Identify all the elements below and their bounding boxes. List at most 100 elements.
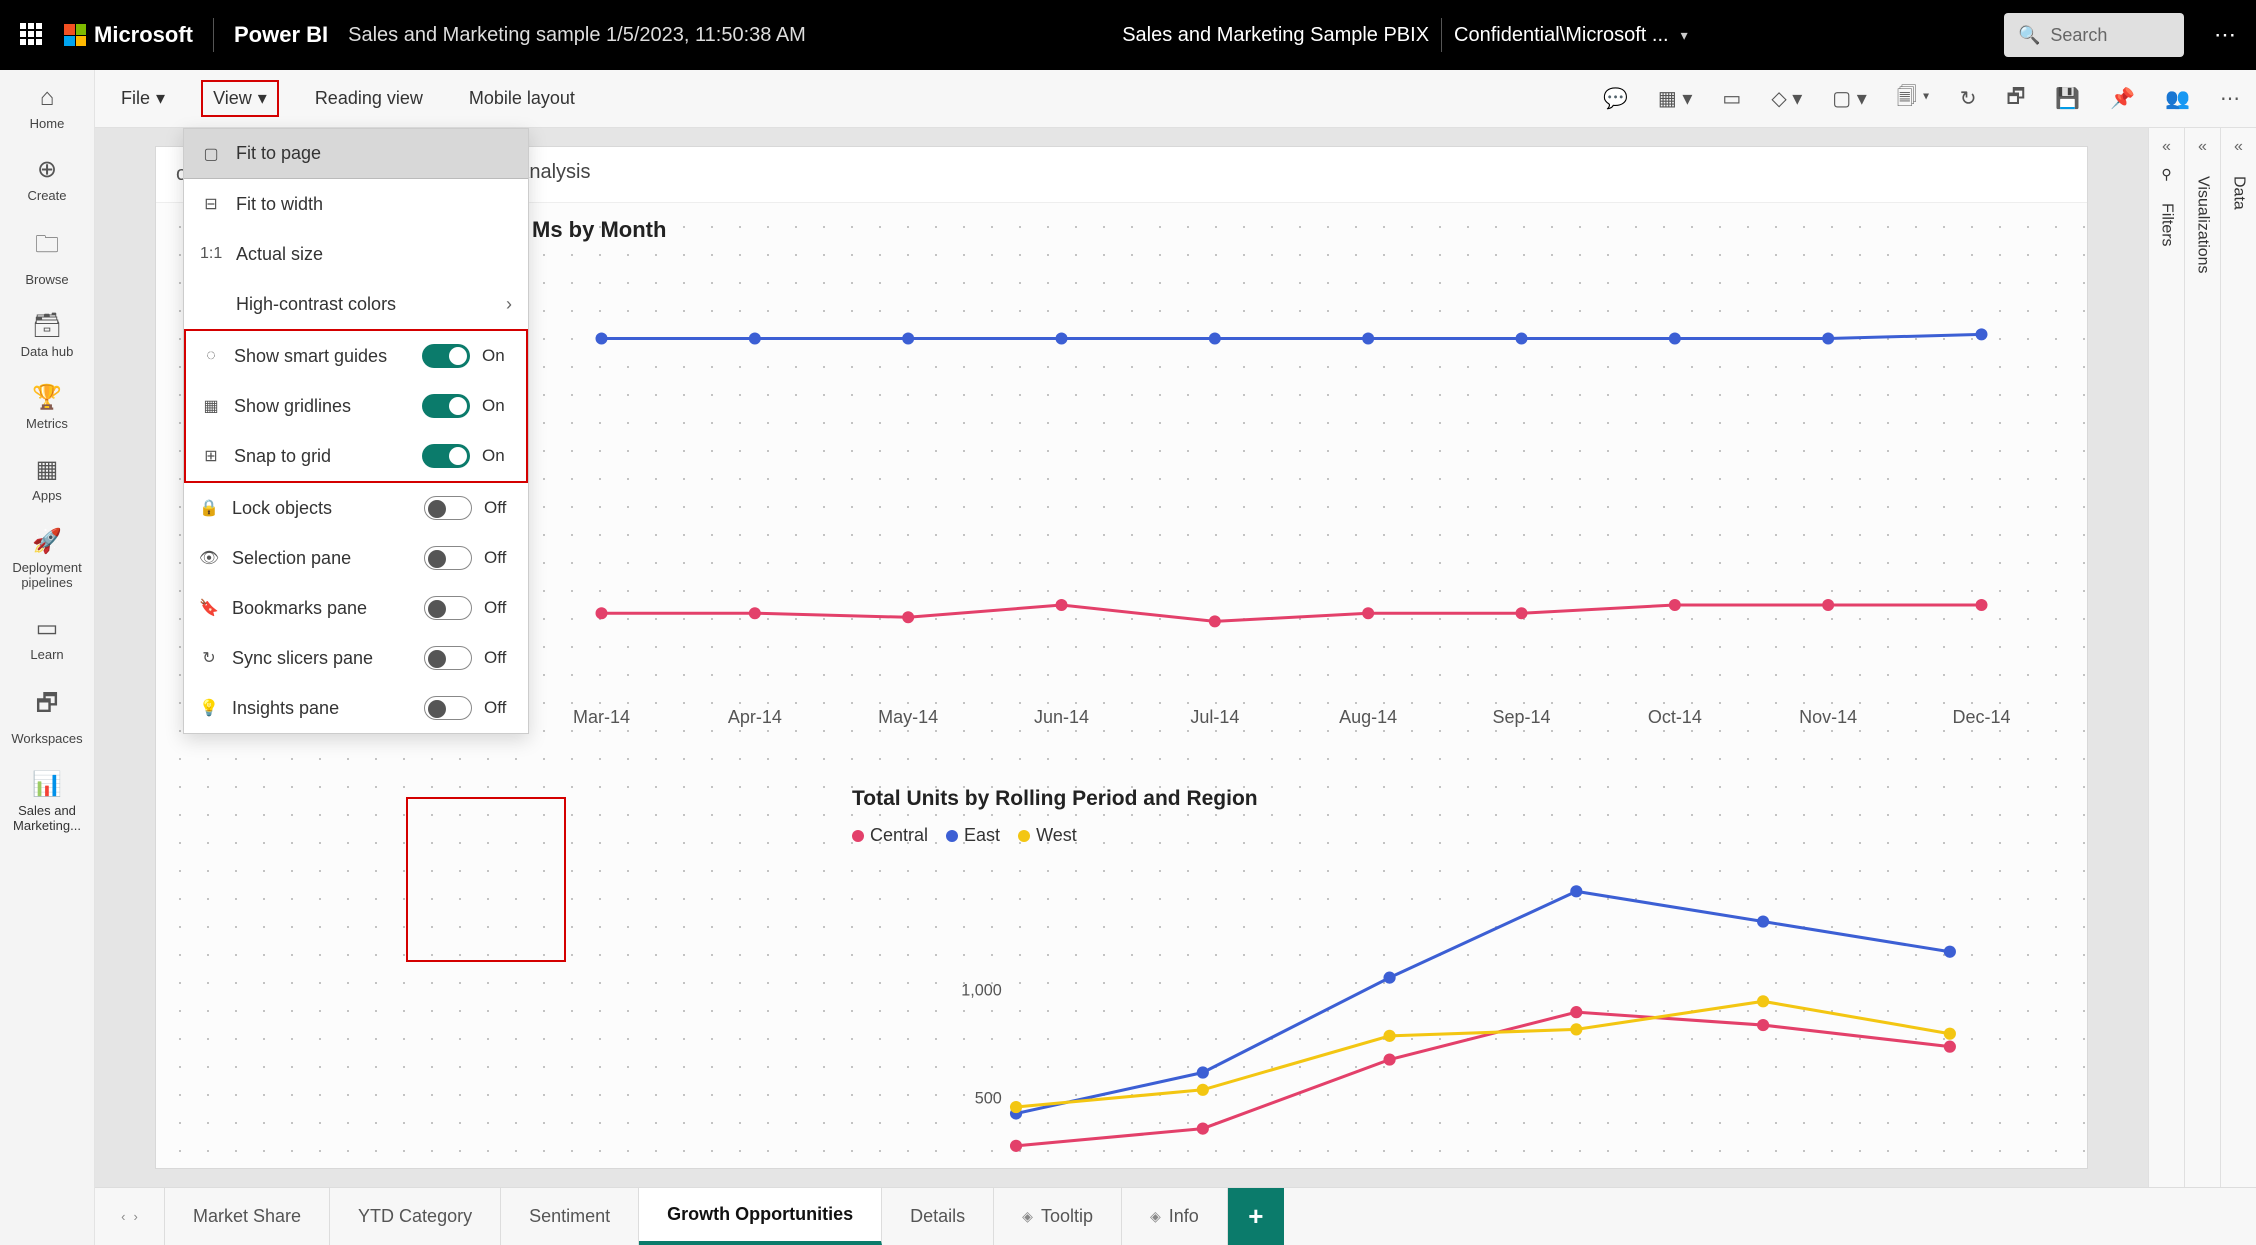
data-pane-collapsed[interactable]: «Data [2220, 128, 2256, 1245]
expand-icon: « [2198, 138, 2207, 156]
teams-icon[interactable]: 👥 [2165, 86, 2190, 111]
global-header: Microsoft Power BI Sales and Marketing s… [0, 0, 2256, 70]
svg-text:1,000: 1,000 [961, 982, 1002, 1000]
trophy-icon: 🏆 [32, 383, 62, 412]
plus-circle-icon: ⊕ [37, 155, 57, 184]
toggle-icon: ▦ [200, 396, 222, 416]
chevron-right-icon: › [134, 1209, 138, 1224]
nav-apps[interactable]: ▦Apps [30, 451, 64, 507]
menu-toggle-bookmarks pane[interactable]: 🔖 Bookmarks pane Off [184, 583, 528, 633]
toggle-icon: ↻ [198, 648, 220, 668]
svg-text:Dec-14: Dec-14 [1952, 707, 2010, 727]
menu-fit-to-width[interactable]: ⊟Fit to width [184, 179, 528, 229]
microsoft-logo: Microsoft [64, 22, 193, 48]
more-icon[interactable]: ⋯ [2220, 86, 2240, 111]
toggle-switch[interactable] [424, 546, 472, 570]
menu-toggle-lock objects[interactable]: 🔒 Lock objects Off [184, 483, 528, 533]
chart-title: Total Units by Rolling Period and Region [836, 777, 2069, 821]
nav-create[interactable]: ⊕Create [25, 151, 68, 207]
toggle-switch[interactable] [424, 646, 472, 670]
toggle-icon: 🔒 [198, 498, 220, 518]
chart-total-units[interactable]: Total Units by Rolling Period and Region… [836, 777, 2069, 1187]
fit-page-icon: ▢ [200, 144, 222, 164]
page-tab[interactable]: Market Share [165, 1188, 330, 1245]
nav-current-report[interactable]: 📊Sales and Marketing... [0, 766, 94, 837]
app-launcher-icon[interactable] [20, 23, 44, 47]
comment-icon[interactable]: 💬 [1603, 86, 1628, 111]
pin-icon[interactable]: 📌 [2110, 86, 2135, 111]
view-dropdown: ▢Fit to page ⊟Fit to width 1:1Actual siz… [183, 128, 529, 734]
file-title: Sales and Marketing Sample PBIX [1122, 24, 1429, 47]
reading-view-button[interactable]: Reading view [305, 82, 433, 115]
page-tab[interactable]: ◈Tooltip [994, 1188, 1122, 1245]
report-icon: 📊 [32, 770, 62, 799]
workspaces-icon: 🗗 [36, 686, 59, 727]
menu-toggle-sync slicers pane[interactable]: ↻ Sync slicers pane Off [184, 633, 528, 683]
menu-toggle-show smart guides[interactable]: ◌ Show smart guides On [186, 331, 526, 381]
menu-fit-to-page[interactable]: ▢Fit to page [184, 129, 528, 179]
toggle-switch[interactable] [422, 394, 470, 418]
view-menu-button[interactable]: View▾ [201, 80, 279, 117]
nav-data-hub[interactable]: 🗃Data hub [19, 307, 76, 363]
toggle-switch[interactable] [424, 596, 472, 620]
file-menu[interactable]: File▾ [111, 82, 175, 115]
add-page-button[interactable]: + [1228, 1188, 1284, 1245]
menu-toggle-insights pane[interactable]: 💡 Insights pane Off [184, 683, 528, 733]
actual-size-icon: 1:1 [200, 245, 222, 263]
toggle-icon: ⊞ [200, 446, 222, 466]
app-name: Power BI [234, 22, 328, 48]
toggle-switch[interactable] [422, 344, 470, 368]
page-tab[interactable]: Sentiment [501, 1188, 639, 1245]
toggle-switch[interactable] [424, 496, 472, 520]
page-tab[interactable]: Growth Opportunities [639, 1188, 882, 1245]
explore-icon[interactable]: ▦ ▾ [1658, 86, 1693, 111]
fit-width-icon: ⊟ [200, 194, 222, 214]
nav-home[interactable]: ⌂Home [28, 80, 67, 135]
nav-learn[interactable]: ▭Learn [28, 610, 65, 666]
breadcrumb[interactable]: Sales and Marketing Sample PBIX Confiden… [1122, 18, 1687, 52]
svg-text:Apr-14: Apr-14 [728, 707, 782, 727]
text-box-icon[interactable]: ▭ [1722, 86, 1741, 111]
filters-pane-collapsed[interactable]: «⚲Filters [2148, 128, 2184, 1245]
nav-metrics[interactable]: 🏆Metrics [24, 379, 70, 435]
mobile-layout-button[interactable]: Mobile layout [459, 82, 585, 115]
visual-icon[interactable]: ▢ ▾ [1832, 86, 1867, 111]
save-icon[interactable]: 💾 [2055, 86, 2080, 111]
nav-pipelines[interactable]: 🚀Deployment pipelines [0, 523, 94, 594]
legend-item[interactable]: Central [852, 825, 928, 846]
divider [213, 18, 214, 52]
menu-toggle-show gridlines[interactable]: ▦ Show gridlines On [186, 381, 526, 431]
nav-browse[interactable]: 🗀Browse [23, 223, 70, 291]
more-icon[interactable]: ⋯ [2214, 22, 2236, 48]
report-toolbar: File▾ View▾ Reading view Mobile layout 💬… [95, 70, 2256, 128]
menu-actual-size[interactable]: 1:1Actual size [184, 229, 528, 279]
page-tab-bar: ‹› Market ShareYTD CategorySentimentGrow… [95, 1187, 2256, 1245]
shapes-icon[interactable]: ◇ ▾ [1771, 86, 1802, 111]
svg-text:Sep-14: Sep-14 [1492, 707, 1550, 727]
svg-text:Mar-14: Mar-14 [573, 707, 630, 727]
legend-item[interactable]: East [946, 825, 1000, 846]
svg-text:Jun-14: Jun-14 [1034, 707, 1089, 727]
toggle-icon: 👁 [198, 548, 220, 568]
copy-icon[interactable]: 🗐 ▾ [1897, 82, 1930, 116]
selection-highlight [406, 797, 566, 962]
duplicate-icon[interactable]: 🗗 [2007, 82, 2026, 116]
nav-workspaces[interactable]: 🗗Workspaces [9, 682, 84, 750]
chevron-left-icon: ‹ [121, 1209, 125, 1224]
page-tab[interactable]: YTD Category [330, 1188, 501, 1245]
menu-toggle-selection pane[interactable]: 👁 Selection pane Off [184, 533, 528, 583]
page-tab[interactable]: Details [882, 1188, 994, 1245]
page-tab[interactable]: ◈Info [1122, 1188, 1228, 1245]
toggle-switch[interactable] [424, 696, 472, 720]
refresh-icon[interactable]: ↻ [1960, 86, 1977, 111]
legend-item[interactable]: West [1018, 825, 1077, 846]
left-nav-rail: ⌂Home ⊕Create 🗀Browse 🗃Data hub 🏆Metrics… [0, 70, 95, 1245]
menu-toggle-snap to grid[interactable]: ⊞ Snap to grid On [186, 431, 526, 481]
visualizations-pane-collapsed[interactable]: «Visualizations [2184, 128, 2220, 1245]
tab-scroll-arrows[interactable]: ‹› [95, 1188, 165, 1245]
svg-text:Nov-14: Nov-14 [1799, 707, 1857, 727]
chevron-down-icon[interactable]: ▾ [1681, 27, 1688, 44]
toggle-switch[interactable] [422, 444, 470, 468]
menu-high-contrast[interactable]: High-contrast colors› [184, 279, 528, 329]
search-input[interactable]: 🔍 Search [2004, 13, 2184, 57]
